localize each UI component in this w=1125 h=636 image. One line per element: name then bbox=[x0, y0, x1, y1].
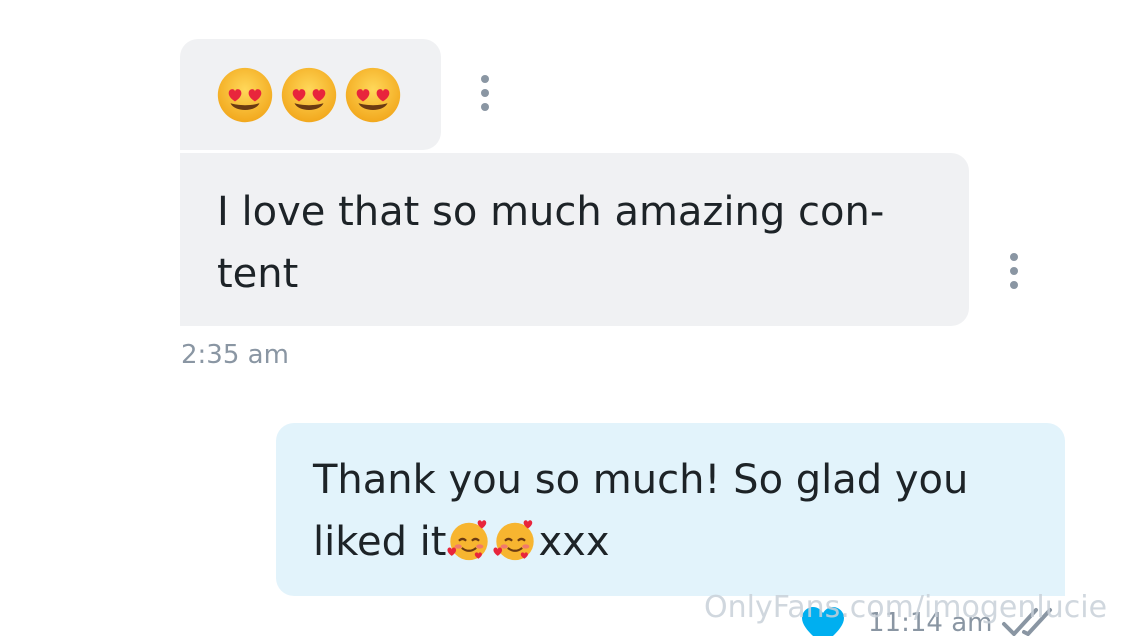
message-options-icon[interactable] bbox=[1008, 253, 1020, 289]
message-text-fragment: xxx bbox=[538, 519, 610, 565]
message-text-line-2: liked it xxx bbox=[313, 511, 1035, 573]
message-bubble-incoming-text[interactable]: I love that so much amazing con- tent bbox=[180, 153, 969, 326]
chat-screen: I love that so much amazing con- tent 2:… bbox=[0, 0, 1125, 636]
message-text-fragment: liked it bbox=[313, 519, 447, 565]
message-bubble-outgoing-text[interactable]: Thank you so much! So glad you liked it … bbox=[276, 423, 1065, 596]
watermark: OnlyFans.com/imogenlucie bbox=[704, 590, 1108, 625]
message-text-line: Thank you so much! So glad you bbox=[313, 457, 969, 503]
message-options-icon[interactable] bbox=[479, 75, 491, 111]
smiling-face-with-hearts-emoji bbox=[447, 520, 489, 561]
message-text-line: I love that so much amazing con- bbox=[217, 189, 885, 235]
heart-eyes-emoji bbox=[217, 67, 273, 122]
smiling-face-with-hearts-emoji bbox=[493, 520, 535, 561]
heart-eyes-emoji bbox=[281, 67, 337, 122]
message-text-line: tent bbox=[217, 251, 299, 297]
message-timestamp: 2:35 am bbox=[181, 340, 289, 370]
heart-eyes-emoji bbox=[345, 67, 401, 122]
message-bubble-incoming-emoji[interactable] bbox=[180, 39, 441, 150]
